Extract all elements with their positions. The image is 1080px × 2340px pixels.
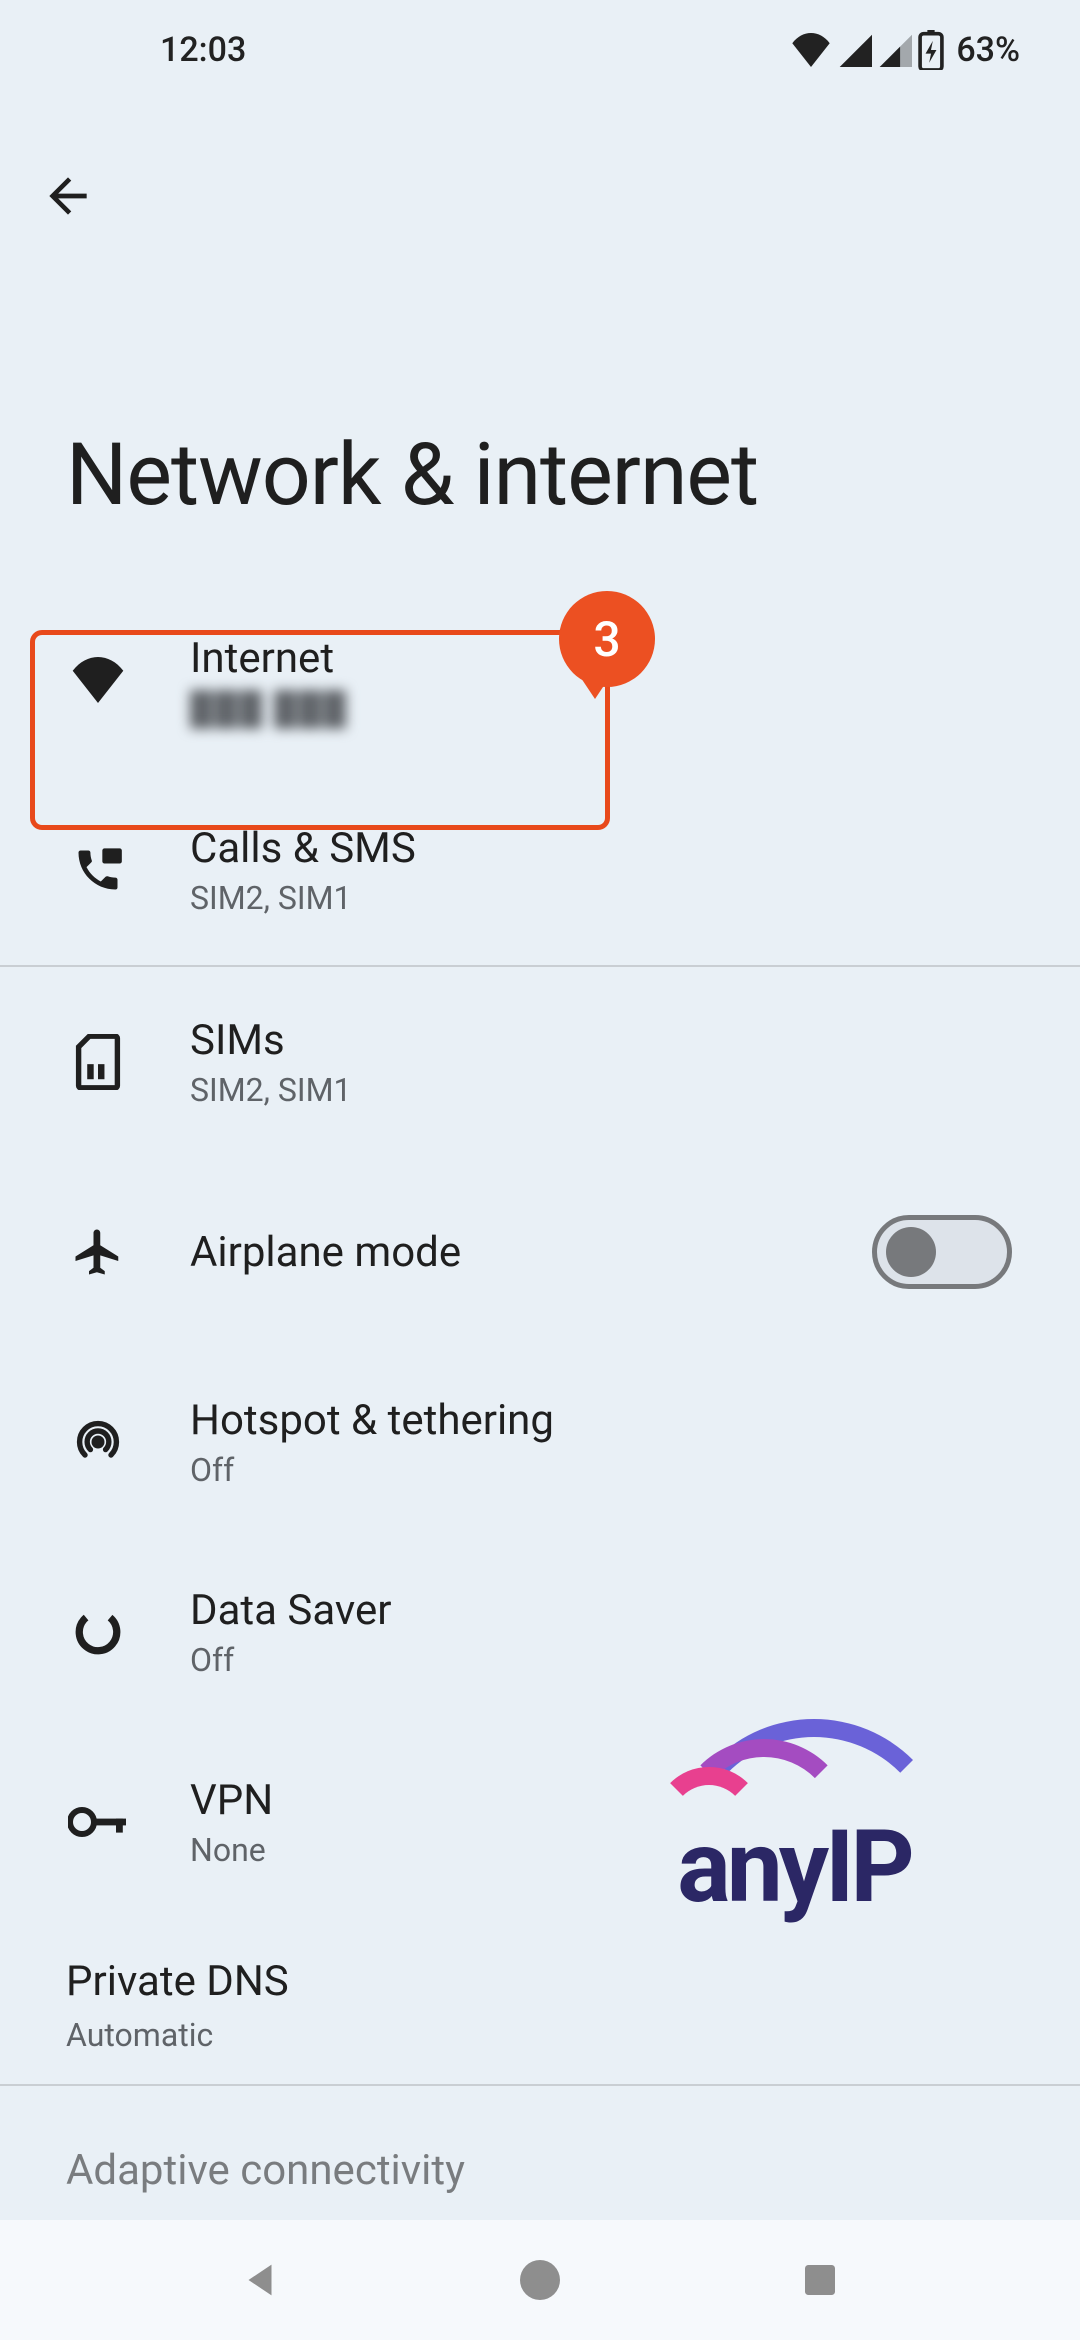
nav-home-button[interactable] [515, 2255, 565, 2305]
data-saver-icon [68, 1602, 128, 1662]
item-airplane-mode[interactable]: Airplane mode [0, 1157, 1080, 1347]
item-vpn[interactable]: VPN None [0, 1727, 1080, 1917]
item-title: Data Saver [190, 1586, 391, 1635]
arrow-left-icon [40, 168, 96, 224]
back-button[interactable] [40, 168, 1080, 224]
item-title: Calls & SMS [190, 824, 416, 873]
settings-list: Internet ███ ███ Calls & SMS SIM2, SIM1 … [0, 585, 1080, 2195]
item-sub: None [190, 1831, 273, 1869]
page-title: Network & internet [0, 224, 1080, 585]
nav-recents-button[interactable] [795, 2255, 845, 2305]
item-title: Hotspot & tethering [190, 1396, 554, 1445]
item-calls-sms[interactable]: Calls & SMS SIM2, SIM1 [0, 775, 1080, 965]
vpn-key-icon [68, 1792, 128, 1852]
item-private-dns[interactable]: Private DNS Automatic [0, 1917, 1080, 2084]
battery-pct: 63% [956, 30, 1020, 70]
signal-icon [838, 33, 872, 67]
square-recents-icon [800, 2260, 840, 2300]
circle-home-icon [516, 2256, 564, 2304]
item-adaptive[interactable]: Adaptive connectivity [0, 2086, 1080, 2195]
item-title: SIMs [190, 1016, 351, 1065]
app-bar [0, 90, 1080, 224]
airplane-icon [68, 1222, 128, 1282]
item-title: Internet [190, 634, 348, 683]
triangle-back-icon [237, 2257, 283, 2303]
status-bar: 12:03 63% [0, 0, 1080, 90]
hotspot-icon [68, 1412, 128, 1472]
item-title: Adaptive connectivity [66, 2146, 465, 2195]
item-title: Airplane mode [190, 1228, 461, 1277]
signal-icon-2 [878, 33, 912, 67]
airplane-toggle[interactable] [872, 1215, 1012, 1289]
system-nav-bar [0, 2220, 1080, 2340]
item-data-saver[interactable]: Data Saver Off [0, 1537, 1080, 1727]
nav-back-button[interactable] [235, 2255, 285, 2305]
wifi-icon [68, 650, 128, 710]
status-icons: 63% [790, 30, 1020, 70]
item-internet[interactable]: Internet ███ ███ [0, 585, 1080, 775]
battery-icon [918, 30, 944, 70]
item-title: Private DNS [66, 1957, 1012, 2006]
item-sub: Off [190, 1451, 554, 1489]
wifi-icon [790, 33, 832, 67]
item-title: VPN [190, 1776, 273, 1825]
item-sub: Off [190, 1641, 391, 1679]
sim-icon [68, 1032, 128, 1092]
item-sub: SIM2, SIM1 [190, 1071, 351, 1109]
item-hotspot[interactable]: Hotspot & tethering Off [0, 1347, 1080, 1537]
status-time: 12:03 [160, 30, 246, 70]
item-sims[interactable]: SIMs SIM2, SIM1 [0, 967, 1080, 1157]
item-sub: Automatic [66, 2016, 1012, 2054]
item-sub-obscured: ███ ███ [190, 689, 348, 727]
item-sub: SIM2, SIM1 [190, 879, 416, 917]
phone-sms-icon [68, 840, 128, 900]
